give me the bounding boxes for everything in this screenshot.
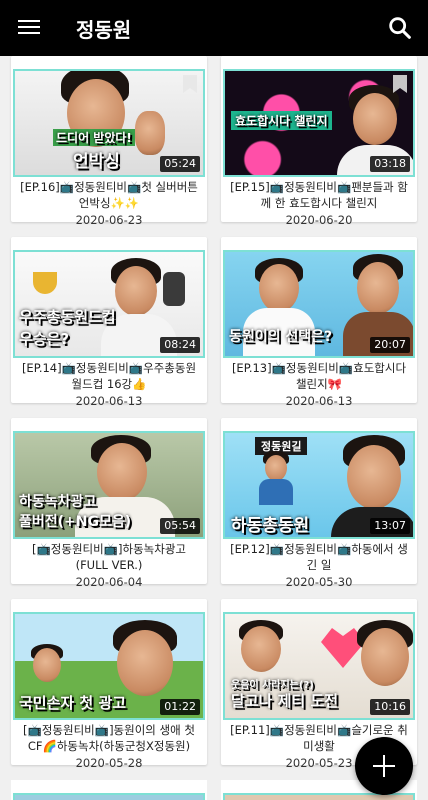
video-date: 2020-06-13 (285, 394, 353, 408)
thumbnail-caption: 언박싱 (73, 152, 120, 172)
video-date: 2020-06-13 (75, 394, 143, 408)
video-card[interactable]: 국민손자 첫 광고 01:22 [📺정동원티비📺]동원이의 생애 첫 CF🌈하동… (11, 599, 207, 770)
video-date: 2020-05-28 (75, 756, 143, 770)
video-title: [EP.13]📺정동원티비📺효도합시다 챌린지🎀 (231, 361, 407, 391)
video-title: [EP.14]📺정동원티비📺우주총동원 월드컵 16강👍 (21, 361, 197, 391)
menu-icon[interactable] (18, 16, 40, 40)
video-duration: 13:07 (370, 518, 410, 534)
video-title: [EP.16]📺정동원티비📺첫 실버버튼 언박싱✨✨ (20, 180, 198, 210)
thumbnail-caption: 우주총동원드컵 (19, 308, 116, 326)
video-card[interactable]: 우주총동원드컵 우승은? 08:24 [EP.14]📺정동원티비📺우주총동원 월… (11, 237, 207, 408)
video-date: 2020-06-20 (285, 213, 353, 227)
video-duration: 03:18 (370, 156, 410, 172)
video-title: [📺정동원티비📺]동원이의 생애 첫 CF🌈하동녹차(하동군청X정동원) (23, 723, 195, 753)
video-date: 2020-05-30 (285, 575, 353, 589)
video-thumbnail[interactable]: 웃음이 사라지는(?) 달고나 제티 도전 10:16 (223, 612, 415, 720)
video-date: 2020-06-04 (75, 575, 143, 589)
thumbnail-caption: 효도합시다 챌린지 (231, 111, 332, 130)
thumbnail-caption: 국민손자 첫 광고 (19, 694, 127, 712)
thumbnail-caption: 우승은? (19, 330, 70, 348)
page-title: 정동원 (76, 18, 132, 42)
video-duration: 08:24 (160, 337, 200, 353)
thumbnail-caption: 하동총동원 (231, 516, 310, 536)
video-duration: 20:07 (370, 337, 410, 353)
video-card[interactable] (11, 780, 207, 800)
video-card[interactable]: 하동녹차광고 풀버전(+NG모음) 05:54 [📺정동원티비📺]하동녹차광고(… (11, 418, 207, 589)
video-thumbnail[interactable]: 정동원길 하동총동원 13:07 (223, 431, 415, 539)
video-thumbnail[interactable]: 드디어 받았다! 언박싱 05:24 (13, 69, 205, 177)
video-title: [EP.15]📺정동원티비📺팬분들과 함께 한 효도합시다 챌린지 (230, 180, 408, 210)
video-card[interactable]: 효도합시다 챌린지 03:18 [EP.15]📺정동원티비📺팬분들과 함께 한 … (221, 56, 417, 227)
thumbnail-caption: 풀버전(+NG모음) (19, 514, 132, 530)
video-thumbnail[interactable]: 국민손자 첫 광고 01:22 (13, 612, 205, 720)
video-card[interactable]: 동원이의 선택은? 20:07 [EP.13]📺정동원티비📺효도합시다 챌린지🎀… (221, 237, 417, 408)
video-duration: 01:22 (160, 699, 200, 715)
thumbnail-caption: 달고나 제티 도전 (231, 692, 339, 710)
thumbnail-caption: 드디어 받았다! (53, 129, 135, 146)
thumbnail-caption: 웃음이 사라지는(?) (231, 680, 314, 691)
app-bar: 정동원 (0, 0, 428, 56)
video-thumbnail[interactable]: 우주총동원드컵 우승은? 08:24 (13, 250, 205, 358)
video-grid: 드디어 받았다! 언박싱 05:24 [EP.16]📺정동원티비📺첫 실버버튼 … (0, 56, 428, 800)
video-duration: 05:24 (160, 156, 200, 172)
add-button[interactable] (355, 737, 413, 795)
video-title: [EP.12]📺정동원티비📺하동에서 생긴 일 (230, 542, 408, 572)
video-card[interactable]: 정동원길 하동총동원 13:07 [EP.12]📺정동원티비📺하동에서 생긴 일… (221, 418, 417, 589)
video-title: [📺정동원티비📺]하동녹차광고(FULL VER.) (32, 542, 186, 572)
thumbnail-caption: 동원이의 선택은? (229, 329, 333, 345)
video-date: 2020-06-23 (75, 213, 143, 227)
video-duration: 05:54 (160, 518, 200, 534)
video-thumbnail[interactable]: 효도합시다 챌린지 03:18 (223, 69, 415, 177)
video-thumbnail[interactable]: 하동녹차광고 풀버전(+NG모음) 05:54 (13, 431, 205, 539)
video-thumbnail[interactable]: 동원이의 선택은? 20:07 (223, 250, 415, 358)
search-icon[interactable] (386, 14, 414, 42)
thumbnail-caption: 하동녹차광고 (19, 494, 97, 510)
video-duration: 10:16 (370, 699, 410, 715)
video-card[interactable]: 드디어 받았다! 언박싱 05:24 [EP.16]📺정동원티비📺첫 실버버튼 … (11, 56, 207, 227)
